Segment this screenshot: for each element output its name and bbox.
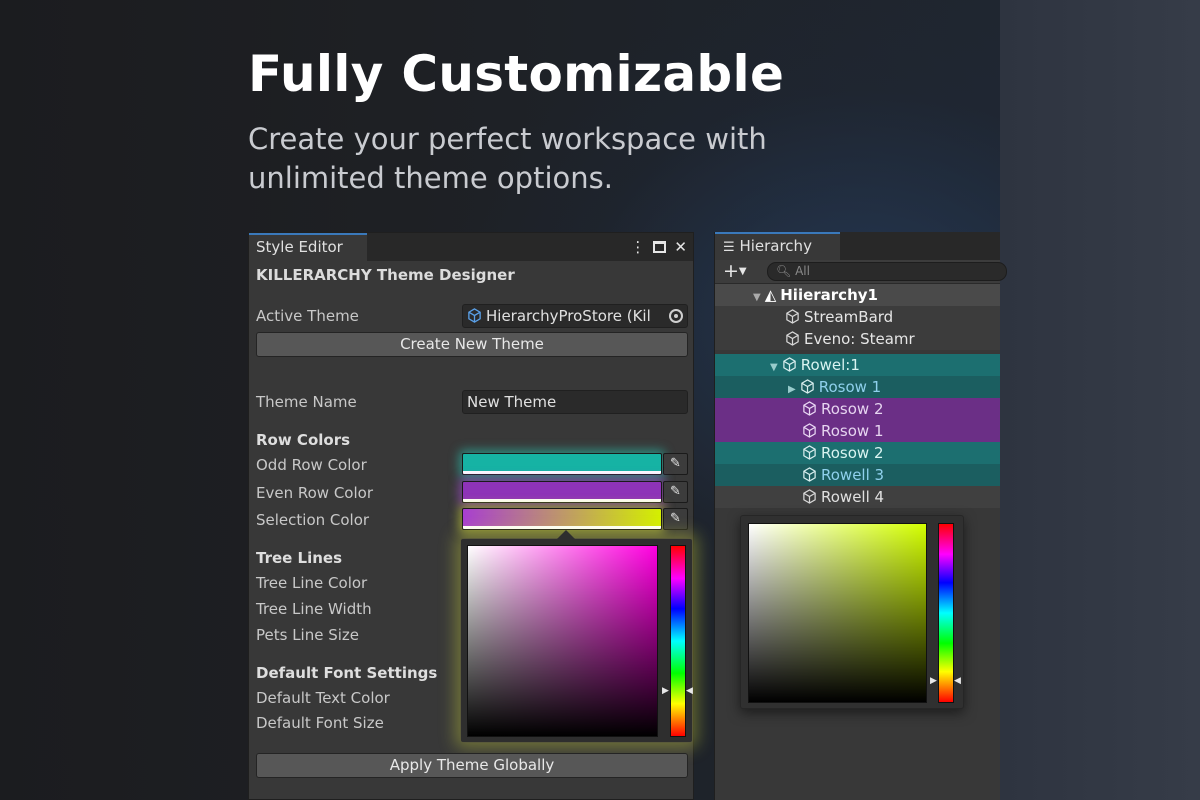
odd-row-color-field[interactable] [462,453,662,475]
even-row-color-label: Even Row Color [256,484,373,502]
close-icon[interactable]: ✕ [674,237,687,257]
pets-line-size-label: Pets Line Size [256,626,360,644]
hue-handle-right-icon[interactable]: ◀ [686,686,693,696]
create-new-theme-button[interactable]: Create New Theme [256,332,688,357]
hierarchy-row[interactable]: Rowell 3 [715,464,1000,486]
hierarchy-row[interactable]: Rosow 2 [715,398,1000,420]
row-label: Rosow 1 [821,422,884,440]
tab-hierarchy[interactable]: ☰ Hierarchy [715,232,840,260]
row-label: Eveno: Steamr [804,330,915,348]
row-label: Rowel:1 [800,356,860,374]
row-label: Rowell 3 [821,466,885,484]
hue-handle-left-icon[interactable]: ▶ [662,686,669,696]
object-picker-icon[interactable] [669,309,683,323]
color-picker-popup[interactable]: ▶ ◀ [460,530,693,743]
right-edge-panel [1000,0,1200,800]
subline: Create your perfect workspace with unlim… [248,122,767,195]
hierarchy-tab-label: Hierarchy [739,237,812,255]
active-theme-value: HierarchyProStore (Kil [486,307,651,325]
expand-arrow-icon[interactable]: ▼ [753,292,761,303]
value-gradient [749,524,926,702]
hierarchy-toolbar: +▼ 🔍︎ All [715,260,1007,284]
alpha-bar [463,526,661,529]
row-label: Hiierarchy1 [780,286,878,304]
hierarchy-row[interactable]: ▶ Rosow 1 [715,376,1000,398]
hierarchy-row[interactable]: StreamBard [715,306,1000,328]
hierarchy-window: ☰ Hierarchy +▼ 🔍︎ All ▼ ◭ Hiierarchy1 Stre… [714,232,1007,800]
odd-row-swatch [463,454,661,472]
even-row-swatch [463,482,661,500]
odd-row-color-label: Odd Row Color [256,456,367,474]
style-editor-tabbar: Style Editor ⋮ ✕ [249,233,693,261]
row-label: Rosow 1 [818,378,882,396]
cube-icon [786,309,799,324]
tree-line-color-label: Tree Line Color [256,574,368,592]
active-theme-label: Active Theme [256,307,359,325]
cube-icon [803,467,816,482]
row-colors-header: Row Colors [256,431,351,449]
selection-color-label: Selection Color [256,511,370,529]
selection-color-field[interactable] [462,508,662,530]
even-row-color-field[interactable] [462,481,662,503]
alpha-bar [463,471,661,474]
tree-lines-header: Tree Lines [256,549,343,567]
tree-line-width-label: Tree Line Width [256,600,372,618]
value-gradient [468,546,657,736]
row-label: Rowell 4 [821,488,885,506]
row-label: StreamBard [804,308,894,326]
row-label: Rosow 2 [821,400,884,418]
cube-icon [786,331,799,346]
hierarchy-tabbar: ☰ Hierarchy [715,232,1000,260]
apply-theme-button[interactable]: Apply Theme Globally [256,753,688,778]
hierarchy-row[interactable]: Rosow 1 [715,420,1000,442]
hierarchy-row[interactable]: Rowell 4 [715,486,1000,508]
cube-icon [803,445,816,460]
eyedropper-icon[interactable]: ✎ [663,508,688,530]
default-font-size-label: Default Font Size [256,714,384,732]
cube-icon [800,379,814,394]
cube-icon [803,489,816,504]
theme-name-input[interactable]: New Theme [462,390,688,414]
collapse-arrow-icon[interactable]: ▶ [788,384,796,395]
add-dropdown-icon[interactable]: +▼ [723,260,747,283]
unity-scene-icon: ◭ [764,286,777,304]
active-theme-field[interactable]: HierarchyProStore (Kil [462,304,688,328]
hue-slider[interactable] [670,545,686,737]
selection-swatch [463,509,661,527]
cube-icon [468,308,481,323]
search-placeholder: All [795,264,810,278]
search-icon: 🔍︎ [776,264,792,278]
style-editor-window: Style Editor ⋮ ✕ KILLERARCHY Theme Desig… [248,232,694,800]
saturation-value-square[interactable] [748,523,927,703]
hierarchy-row[interactable]: ▼ Rowel:1 [715,354,1000,376]
saturation-value-square[interactable] [467,545,658,737]
eyedropper-icon[interactable]: ✎ [663,453,688,475]
list-icon: ☰ [723,240,735,255]
hierarchy-row[interactable]: Rosow 2 [715,442,1000,464]
designer-title: KILLERARCHY Theme Designer [256,266,515,284]
hue-slider[interactable] [938,523,954,703]
more-vertical-icon[interactable]: ⋮ [630,237,645,257]
theme-name-label: Theme Name [256,393,357,411]
eyedropper-icon[interactable]: ✎ [663,481,688,503]
hue-handle-right-icon[interactable]: ◀ [954,676,961,686]
maximize-icon[interactable] [653,241,667,253]
expand-arrow-icon[interactable]: ▼ [770,362,778,373]
cube-icon [803,401,816,416]
hierarchy-search-input[interactable]: 🔍︎ All [767,262,1007,281]
hierarchy-row-scene[interactable]: ▼ ◭ Hiierarchy1 [715,284,1000,306]
font-settings-header: Default Font Settings [256,664,438,682]
alpha-bar [463,499,661,502]
headline: Fully Customizable [248,45,785,103]
tab-style-editor[interactable]: Style Editor [249,233,367,261]
default-text-color-label: Default Text Color [256,689,390,707]
hierarchy-color-picker[interactable]: ▶ ◀ [740,515,964,709]
row-label: Rosow 2 [821,444,884,462]
popup-pointer [557,530,575,539]
window-controls: ⋮ ✕ [630,237,687,257]
cube-icon [782,357,796,372]
cube-icon [803,423,816,438]
hierarchy-row[interactable]: Eveno: Steamr [715,328,1000,350]
hue-handle-left-icon[interactable]: ▶ [930,676,937,686]
